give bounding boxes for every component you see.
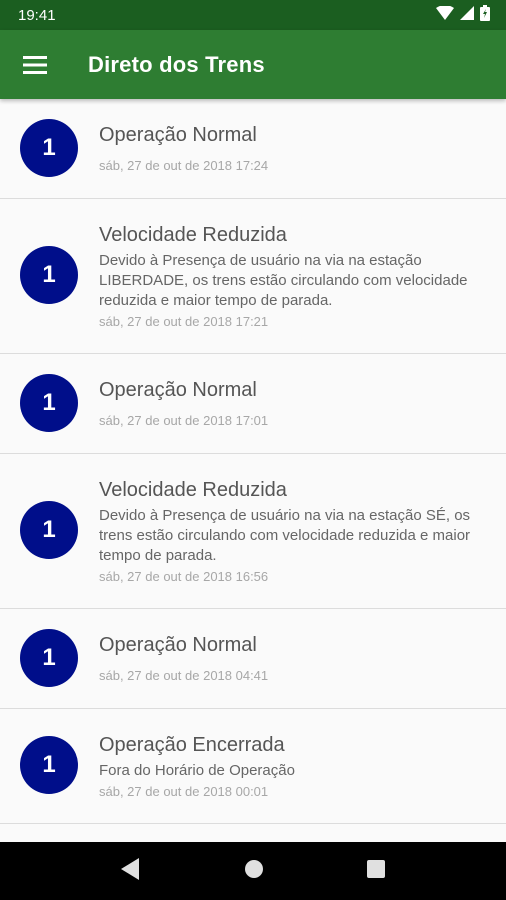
status-icons	[436, 5, 490, 25]
line-badge: 1	[20, 374, 78, 432]
list-item[interactable]: 1 Operação Normal sáb, 27 de out de 2018…	[0, 354, 506, 454]
wifi-icon	[436, 5, 454, 24]
app-title: Direto dos Trens	[88, 51, 265, 77]
item-description: Devido à Presença de usuário na via na e…	[99, 252, 468, 309]
line-badge: 1	[20, 629, 78, 687]
item-title: Operação Normal	[99, 634, 257, 656]
item-date: sáb, 27 de out de 2018 17:24	[99, 158, 269, 173]
navigation-bar	[0, 842, 506, 900]
line-badge: 1	[20, 246, 78, 304]
list-item[interactable]: 1 Operação Encerrada Fora do Horário de …	[0, 709, 506, 824]
alert-list[interactable]: 1 Operação Normal sáb, 27 de out de 2018…	[0, 99, 506, 842]
list-item[interactable]: 1 Velocidade Reduzida Devido à Presença …	[0, 199, 506, 354]
hamburger-menu-icon[interactable]	[0, 30, 70, 99]
recents-icon[interactable]	[366, 859, 385, 883]
item-description: Devido à Presença de usuário na via na e…	[99, 507, 471, 564]
signal-icon	[460, 6, 474, 24]
list-item[interactable]: 1 Velocidade Reduzida Devido à Presença …	[0, 454, 506, 609]
item-title: Velocidade Reduzida	[99, 224, 287, 246]
status-bar: 19:41	[0, 0, 506, 30]
line-badge: 1	[20, 119, 78, 177]
item-date: sáb, 27 de out de 2018 17:01	[99, 413, 269, 428]
battery-icon	[480, 5, 490, 25]
item-title: Operação Encerrada	[99, 734, 285, 756]
status-time: 19:41	[18, 6, 56, 24]
back-icon[interactable]	[121, 857, 141, 885]
list-item[interactable]: 1 Operação Normal sáb, 27 de out de 2018…	[0, 99, 506, 199]
item-title: Velocidade Reduzida	[99, 479, 287, 501]
item-date: sáb, 27 de out de 2018 17:21	[99, 314, 269, 329]
line-badge: 1	[20, 736, 78, 794]
line-badge: 1	[20, 501, 78, 559]
item-date: sáb, 27 de out de 2018 00:01	[99, 784, 269, 799]
list-item[interactable]: 1 Operação Normal sáb, 27 de out de 2018…	[0, 609, 506, 709]
app-bar: Direto dos Trens	[0, 30, 506, 99]
item-title: Operação Normal	[99, 124, 257, 146]
item-date: sáb, 27 de out de 2018 04:41	[99, 668, 269, 683]
item-date: sáb, 27 de out de 2018 16:56	[99, 569, 269, 584]
item-title: Operação Normal	[99, 379, 257, 401]
item-description: Fora do Horário de Operação	[99, 762, 295, 779]
home-icon[interactable]	[244, 859, 264, 884]
